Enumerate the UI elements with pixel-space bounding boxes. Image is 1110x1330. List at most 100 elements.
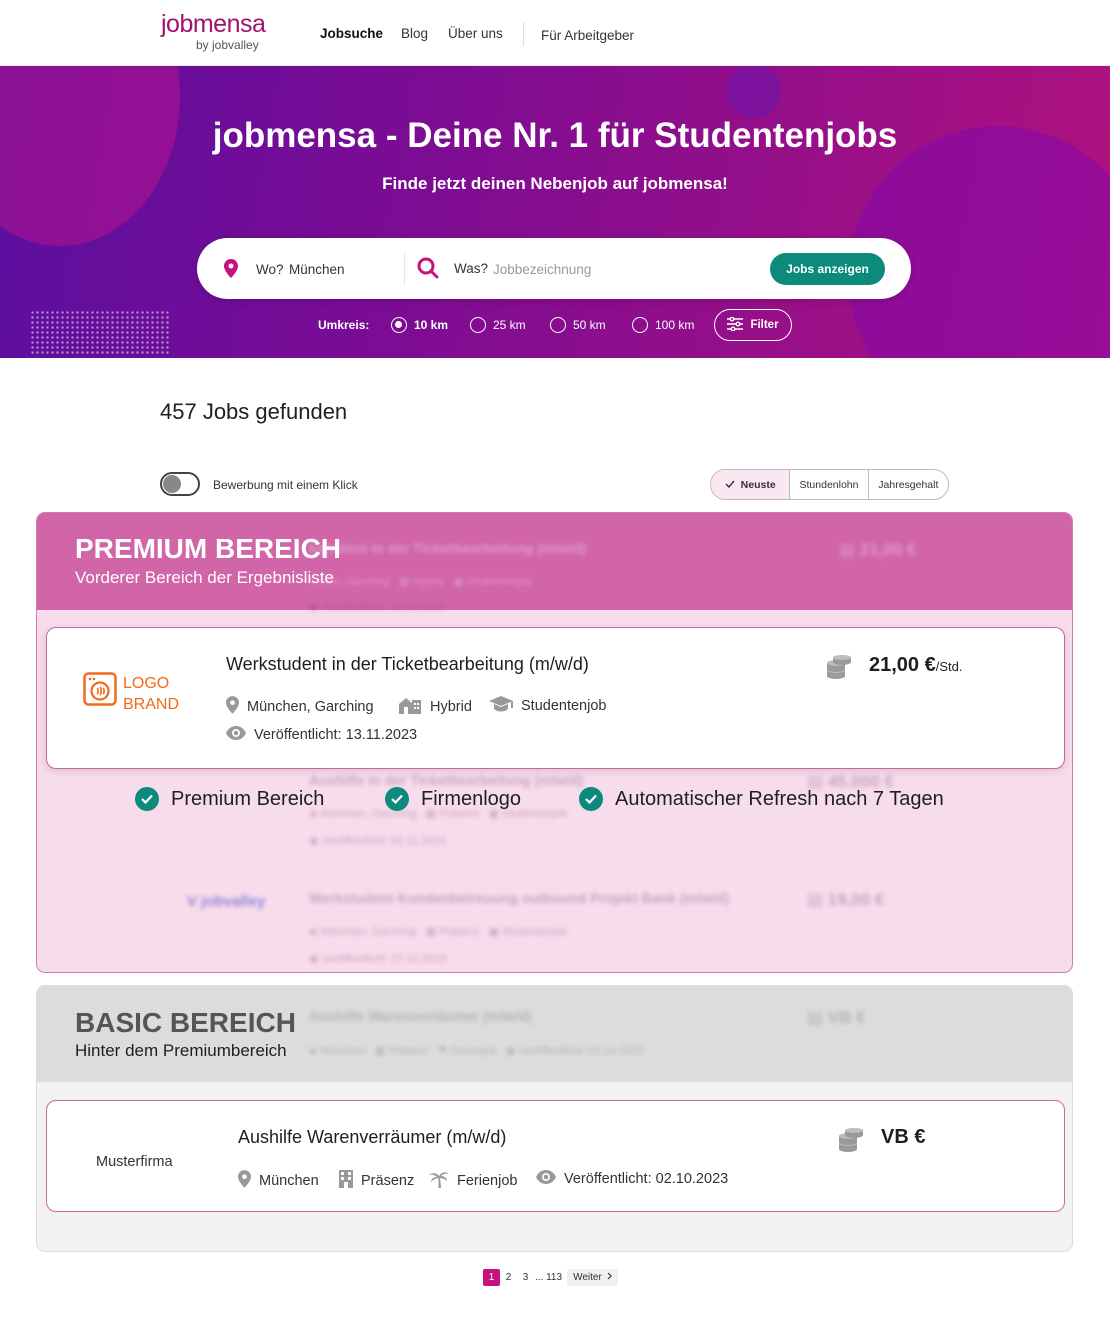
blurred-listing: kstudent in der Ticketbearbeitung (m/w/d… bbox=[309, 540, 587, 556]
eye-icon bbox=[536, 1170, 556, 1188]
sort-option-jahresgehalt[interactable]: Jahresgehalt bbox=[867, 470, 948, 499]
radius-option-50km[interactable]: 50 km bbox=[550, 316, 606, 334]
brand-logo-text: LOGO BRAND bbox=[123, 673, 179, 715]
job-type: Ferienjob bbox=[429, 1170, 517, 1192]
feature-label: Firmenlogo bbox=[421, 787, 522, 810]
results-count: 457 Jobs gefunden bbox=[160, 399, 348, 424]
next-page-label: Weiter bbox=[573, 1271, 602, 1283]
where-input[interactable]: München bbox=[289, 262, 345, 277]
brand-logo-line: BRAND bbox=[123, 696, 180, 713]
blurred-listing: ◈ München, Garching ▦ Präsenz ▣ Studente… bbox=[309, 926, 567, 938]
brand-logo-icon bbox=[83, 672, 117, 711]
blurred-listing: ◉ Veröffentlicht: 02.11.2023 bbox=[309, 835, 446, 847]
blurred-listing: nchen, Garching ▦ Hybrid ▣ Studentenjob bbox=[309, 576, 532, 588]
job-title[interactable]: Werkstudent in der Ticketbearbeitung (m/… bbox=[226, 654, 589, 675]
blurred-listing: ▤ 19,00 € bbox=[807, 890, 885, 909]
nav-link-ueber-uns[interactable]: Über uns bbox=[448, 26, 503, 41]
blurred-listing: ◉ Veröffentlicht: 27.10.2023 bbox=[309, 953, 447, 965]
job-salary: VB € bbox=[881, 1126, 926, 1148]
what-label: Was? bbox=[454, 261, 489, 276]
radio-icon bbox=[632, 317, 648, 333]
job-title[interactable]: Aushilfe Warenverräumer (m/w/d) bbox=[238, 1127, 506, 1148]
radius-option-label: 50 km bbox=[573, 318, 606, 332]
location-pin-icon bbox=[226, 696, 239, 718]
brand-logo-line: LOGO bbox=[123, 675, 170, 692]
radio-icon bbox=[470, 317, 486, 333]
page-3[interactable]: 3 bbox=[517, 1269, 534, 1286]
filter-button[interactable]: Filter bbox=[714, 309, 792, 341]
what-input[interactable] bbox=[493, 256, 743, 282]
checkmark-icon bbox=[385, 787, 409, 811]
feature-firmenlogo: Firmenlogo bbox=[385, 787, 521, 811]
jobs-anzeigen-button[interactable]: Jobs anzeigen bbox=[770, 253, 885, 285]
sort-option-label: Neuste bbox=[740, 478, 776, 491]
premium-job-card[interactable]: LOGO BRAND Werkstudent in der Ticketbear… bbox=[46, 627, 1065, 769]
location-pin-icon bbox=[224, 259, 238, 283]
page-1[interactable]: 1 bbox=[483, 1268, 500, 1286]
search-icon bbox=[417, 257, 439, 284]
page-2[interactable]: 2 bbox=[500, 1269, 517, 1286]
job-published: Veröffentlicht: 02.10.2023 bbox=[536, 1170, 728, 1188]
radius-option-label: 25 km bbox=[493, 318, 526, 332]
top-navigation: jobmensa by jobvalley Jobsuche Blog Über… bbox=[0, 0, 1110, 66]
coins-icon bbox=[838, 1128, 864, 1157]
pagination: 1 2 3 ... 113 Weiter bbox=[483, 1268, 618, 1286]
blurred-listing: Werkstudent Kundenbetreuung outbound Pro… bbox=[309, 890, 729, 906]
blurred-logo: V jobvalley bbox=[187, 893, 266, 910]
page-last[interactable]: ... 113 bbox=[534, 1269, 563, 1286]
sort-option-stundenlohn[interactable]: Stundenlohn bbox=[789, 470, 867, 499]
nav-link-arbeitgeber[interactable]: Für Arbeitgeber bbox=[541, 28, 634, 43]
radius-option-label: 100 km bbox=[655, 318, 695, 332]
building-icon bbox=[398, 696, 422, 718]
checkmark-icon bbox=[135, 787, 159, 811]
feature-label: Automatischer Refresh nach 7 Tagen bbox=[615, 787, 944, 810]
job-location-text: München, Garching bbox=[247, 699, 374, 715]
hero-subtitle: Finde jetzt deinen Nebenjob auf jobmensa… bbox=[382, 174, 728, 193]
blurred-listing: Aushilfe Warenverräumer (m/w/d) bbox=[309, 1008, 532, 1024]
job-location: München bbox=[238, 1170, 319, 1192]
blurred-listing: ◉ Veröffentlicht: 13.11.2023 bbox=[309, 601, 446, 613]
feature-auto-refresh: Automatischer Refresh nach 7 Tagen bbox=[579, 787, 944, 811]
nav-link-blog[interactable]: Blog bbox=[401, 26, 428, 41]
decorative-blob bbox=[0, 66, 180, 246]
radius-option-label: 10 km bbox=[414, 318, 449, 332]
hero-banner: jobmensa - Deine Nr. 1 für Studentenjobs… bbox=[0, 66, 1110, 358]
one-click-toggle[interactable] bbox=[160, 472, 200, 496]
radius-option-25km[interactable]: 25 km bbox=[470, 316, 526, 334]
filter-label: Filter bbox=[750, 319, 779, 331]
job-mode-text: Hybrid bbox=[430, 699, 472, 715]
next-page-button[interactable]: Weiter bbox=[567, 1268, 618, 1286]
job-mode: Hybrid bbox=[398, 696, 472, 718]
blurred-listing: Aushilfe in der Ticketbearbeitung (m/w/d… bbox=[309, 772, 584, 788]
jobmensa-logo[interactable]: jobmensa by jobvalley bbox=[161, 10, 266, 52]
checkmark-icon bbox=[579, 787, 603, 811]
graduation-cap-icon bbox=[489, 696, 513, 716]
toggle-knob bbox=[163, 475, 181, 493]
blurred-listing: ◈ München ▦ Präsenz ⚑ Ferienjob ◉ Veröff… bbox=[309, 1045, 644, 1057]
logo-tagline: by jobvalley bbox=[196, 38, 259, 52]
basic-job-card[interactable]: Musterfirma Aushilfe Warenverräumer (m/w… bbox=[46, 1100, 1065, 1212]
radius-option-10km[interactable]: 10 km bbox=[391, 316, 448, 334]
job-published-text: Veröffentlicht: 02.10.2023 bbox=[564, 1171, 729, 1187]
radius-option-100km[interactable]: 100 km bbox=[632, 316, 694, 334]
job-search-bar: Wo? München Was? Jobs anzeigen bbox=[197, 238, 911, 299]
company-name: Musterfirma bbox=[96, 1154, 173, 1170]
job-salary-unit: /Std. bbox=[935, 659, 963, 674]
job-type-text: Ferienjob bbox=[457, 1173, 518, 1189]
location-pin-icon bbox=[238, 1170, 251, 1192]
job-location: München, Garching bbox=[226, 696, 374, 718]
feature-label: Premium Bereich bbox=[171, 787, 325, 810]
sort-option-neuste[interactable]: Neuste bbox=[711, 470, 790, 499]
coins-icon bbox=[826, 655, 852, 684]
decorative-blob bbox=[727, 66, 781, 118]
sliders-icon bbox=[727, 315, 744, 334]
eye-icon bbox=[226, 726, 246, 744]
hero-title: jobmensa - Deine Nr. 1 für Studentenjobs bbox=[212, 116, 898, 155]
blurred-listing: ▤ VB € bbox=[807, 1008, 866, 1027]
chevron-right-icon bbox=[607, 1272, 612, 1283]
job-published: Veröffentlicht: 13.11.2023 bbox=[226, 726, 417, 744]
radio-icon bbox=[550, 317, 566, 333]
nav-link-jobsuche[interactable]: Jobsuche bbox=[320, 26, 383, 41]
one-click-label: Bewerbung mit einem Klick bbox=[213, 478, 358, 492]
logo-wordmark: jobmensa bbox=[161, 10, 266, 38]
